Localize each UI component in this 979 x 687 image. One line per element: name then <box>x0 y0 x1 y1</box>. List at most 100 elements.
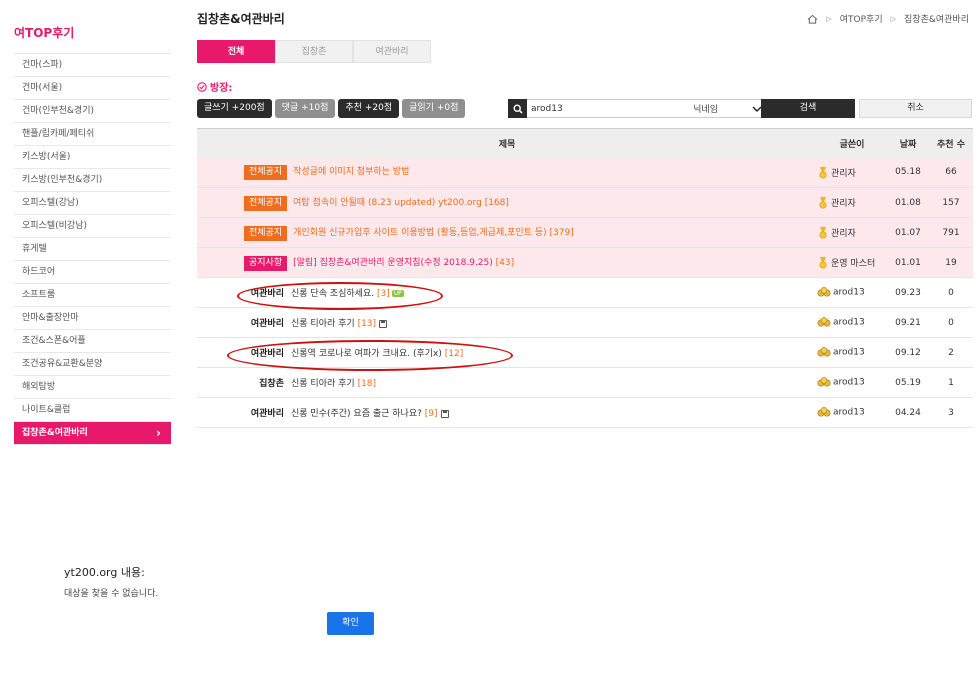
author-cell[interactable]: 관리자 <box>817 217 887 248</box>
author-cell[interactable]: 관리자 <box>817 187 887 218</box>
sidebar-item[interactable]: 오피스텔(비강남) <box>14 215 171 238</box>
board-manager-text: 방장: <box>210 83 233 94</box>
notice-title-link[interactable]: 작성글에 이미지 첨부하는 방법 <box>293 167 409 177</box>
post-title-link[interactable]: 신롱역 코로나로 여파가 크내요. (후기x) <box>291 349 442 359</box>
sidebar-item[interactable]: 조건공유&교환&분양 <box>14 353 171 376</box>
search-icon[interactable] <box>508 99 527 118</box>
author-cell[interactable]: arod13 <box>817 367 887 398</box>
search-button[interactable]: 검색 <box>761 99 855 118</box>
post-row[interactable]: 여관바리 신롱 민수(주간) 요즘 출근 하나요? [9] arod13 04.24 3 <box>197 397 973 428</box>
post-title-cell: 집창촌 신롱 티아라 후기 [18] <box>197 367 817 398</box>
notice-title-link[interactable]: [알림] 집창촌&여관바리 운영지침(수정 2018.9.25) <box>293 258 493 268</box>
post-row[interactable]: 여관바리 신롱 단속 조심하세요. [3] UP arod13 09.23 0 <box>197 277 973 308</box>
comment-count: [9] <box>424 409 438 419</box>
sidebar-item[interactable]: 해외탐방 <box>14 376 171 399</box>
sidebar-item[interactable]: 소프트룸 <box>14 284 171 307</box>
post-row[interactable]: 여관바리 신롱 티아라 후기 [13] arod13 09.21 0 <box>197 307 973 338</box>
point-comment-badge: 댓글 +10점 <box>274 99 336 118</box>
search-input[interactable]: arod13 닉네임 <box>527 99 767 118</box>
user-level-icon <box>817 317 831 327</box>
sidebar-item-label: 건마(스파) <box>22 60 63 70</box>
notice-row[interactable]: 전체공지 작성글에 이미지 첨부하는 방법 관리자 05.18 66 <box>197 157 973 188</box>
page-title: 집창촌&여관바리 <box>197 12 285 26</box>
sidebar-item[interactable]: 휴게텔 <box>14 238 171 261</box>
notice-title-cell: 전체공지 개인회원 신규가입후 사이트 이용방법 (활동,등업,게급제,포인트 등… <box>197 217 817 248</box>
post-date: 01.01 <box>887 247 929 278</box>
notice-badge: 전체공지 <box>244 165 288 181</box>
sidebar-item[interactable]: 안마&출장안마 <box>14 307 171 330</box>
post-row[interactable]: 집창촌 신롱 티아라 후기 [18] arod13 05.19 1 <box>197 367 973 398</box>
post-title-link[interactable]: 신롱 티아라 후기 <box>291 319 355 329</box>
author-cell[interactable]: arod13 <box>817 277 887 308</box>
notice-title-link[interactable]: 개인회원 신규가입후 사이트 이용방법 (활동,등업,게급제,포인트 등) <box>293 228 546 238</box>
notice-badge: 전체공지 <box>244 225 288 241</box>
author-name: arod13 <box>833 347 865 358</box>
notice-row[interactable]: 공지사항 [알림] 집창촌&여관바리 운영지침(수정 2018.9.25) [43… <box>197 247 973 278</box>
post-title-link[interactable]: 신롱 민수(주간) 요즘 출근 하나요? <box>291 409 422 419</box>
home-icon[interactable] <box>807 14 818 24</box>
breadcrumb-item-current[interactable]: 집창촌&여관바리 <box>904 12 969 25</box>
post-title-cell: 여관바리 신롱역 코로나로 여파가 크내요. (후기x) [12] <box>197 337 817 368</box>
sidebar-item-label: 소프트룸 <box>22 290 56 300</box>
post-title-cell: 여관바리 신롱 티아라 후기 [13] <box>197 307 817 338</box>
post-title-cell: 여관바리 신롱 민수(주간) 요즘 출근 하나요? [9] <box>197 397 817 428</box>
recommend-count: 2 <box>929 337 973 368</box>
sidebar-item[interactable]: 키스방(인부천&경기) <box>14 169 171 192</box>
sidebar-item[interactable]: 나이트&클럽 <box>14 399 171 422</box>
sidebar-item[interactable]: 키스방(서울) <box>14 146 171 169</box>
author-cell[interactable]: arod13 <box>817 397 887 428</box>
notice-row[interactable]: 전체공지 여탑 접속이 안될때 (8.23 updated) yt200.org … <box>197 187 973 218</box>
sidebar-item[interactable]: 집창촌&여관바리 › <box>14 422 171 445</box>
notice-title-link[interactable]: 여탑 접속이 안될때 (8.23 updated) yt200.org <box>293 198 482 208</box>
point-recommend-badge: 추천 +20점 <box>338 99 400 118</box>
cancel-button[interactable]: 취소 <box>859 99 972 118</box>
author-cell[interactable]: 관리자 <box>817 157 887 188</box>
tab-jipchangchon[interactable]: 집창촌 <box>275 40 353 63</box>
sidebar-item-label: 휴게텔 <box>22 244 47 254</box>
author-cell[interactable]: arod13 <box>817 307 887 338</box>
sidebar-item-label: 건마(인부천&경기) <box>22 106 95 116</box>
search-input-value: arod13 <box>531 103 563 114</box>
board-manager-label: 방장: <box>197 79 232 94</box>
user-level-icon <box>817 287 831 297</box>
sidebar-item[interactable]: 건마(스파) <box>14 54 171 77</box>
attachment-disk-icon <box>379 319 388 328</box>
admin-medal-icon <box>817 257 829 269</box>
sidebar-item[interactable]: 하드코어 <box>14 261 171 284</box>
tab-all[interactable]: 전체 <box>197 40 275 63</box>
post-date: 05.19 <box>887 367 929 398</box>
sidebar-item[interactable]: 건마(인부천&경기) <box>14 100 171 123</box>
post-category: 여관바리 <box>250 319 284 329</box>
comment-count: [3] <box>376 289 390 299</box>
admin-medal-icon <box>817 197 829 209</box>
search-field-select[interactable]: 닉네임 <box>693 102 762 115</box>
sidebar-item-label: 하드코어 <box>22 267 56 277</box>
sidebar-item[interactable]: 오피스텔(강남) <box>14 192 171 215</box>
dialog-ok-button[interactable]: 확인 <box>327 612 374 635</box>
author-name: 관리자 <box>831 198 856 209</box>
sidebar-item[interactable]: 건마(서울) <box>14 77 171 100</box>
recommend-count: 3 <box>929 397 973 428</box>
sidebar-item-label: 안마&출장안마 <box>22 313 79 323</box>
breadcrumb-item-board[interactable]: 여TOP후기 <box>840 12 883 25</box>
tab-yeogwanbari[interactable]: 여관바리 <box>353 40 431 63</box>
admin-medal-icon <box>817 227 829 239</box>
notice-row[interactable]: 전체공지 개인회원 신규가입후 사이트 이용방법 (활동,등업,게급제,포인트 등… <box>197 217 973 248</box>
sidebar-item[interactable]: 핸플/립카페/페티쉬 <box>14 123 171 146</box>
post-row[interactable]: 여관바리 신롱역 코로나로 여파가 크내요. (후기x) [12] arod13 09… <box>197 337 973 368</box>
post-date: 09.12 <box>887 337 929 368</box>
author-cell[interactable]: 운영 마스터 <box>817 247 887 278</box>
post-date: 04.24 <box>887 397 929 428</box>
sidebar-item-label: 오피스텔(비강남) <box>22 221 87 231</box>
recommend-count: 1 <box>929 367 973 398</box>
sidebar-item[interactable]: 조건&스폰&어플 <box>14 330 171 353</box>
sidebar-title[interactable]: 여TOP후기 <box>14 14 171 54</box>
post-title-link[interactable]: 신롱 티아라 후기 <box>291 379 355 389</box>
board-header-row: 제목 글쓴이 날짜 추천 수 <box>197 128 973 158</box>
post-title-link[interactable]: 신롱 단속 조심하세요. <box>291 289 374 299</box>
point-badges: 글쓰기 +200점 댓글 +10점 추천 +20점 글읽기 +0점 <box>197 99 466 118</box>
chevron-down-icon <box>752 106 762 112</box>
author-name: arod13 <box>833 377 865 388</box>
author-cell[interactable]: arod13 <box>817 337 887 368</box>
post-title-cell: 여관바리 신롱 단속 조심하세요. [3] UP <box>197 277 817 308</box>
